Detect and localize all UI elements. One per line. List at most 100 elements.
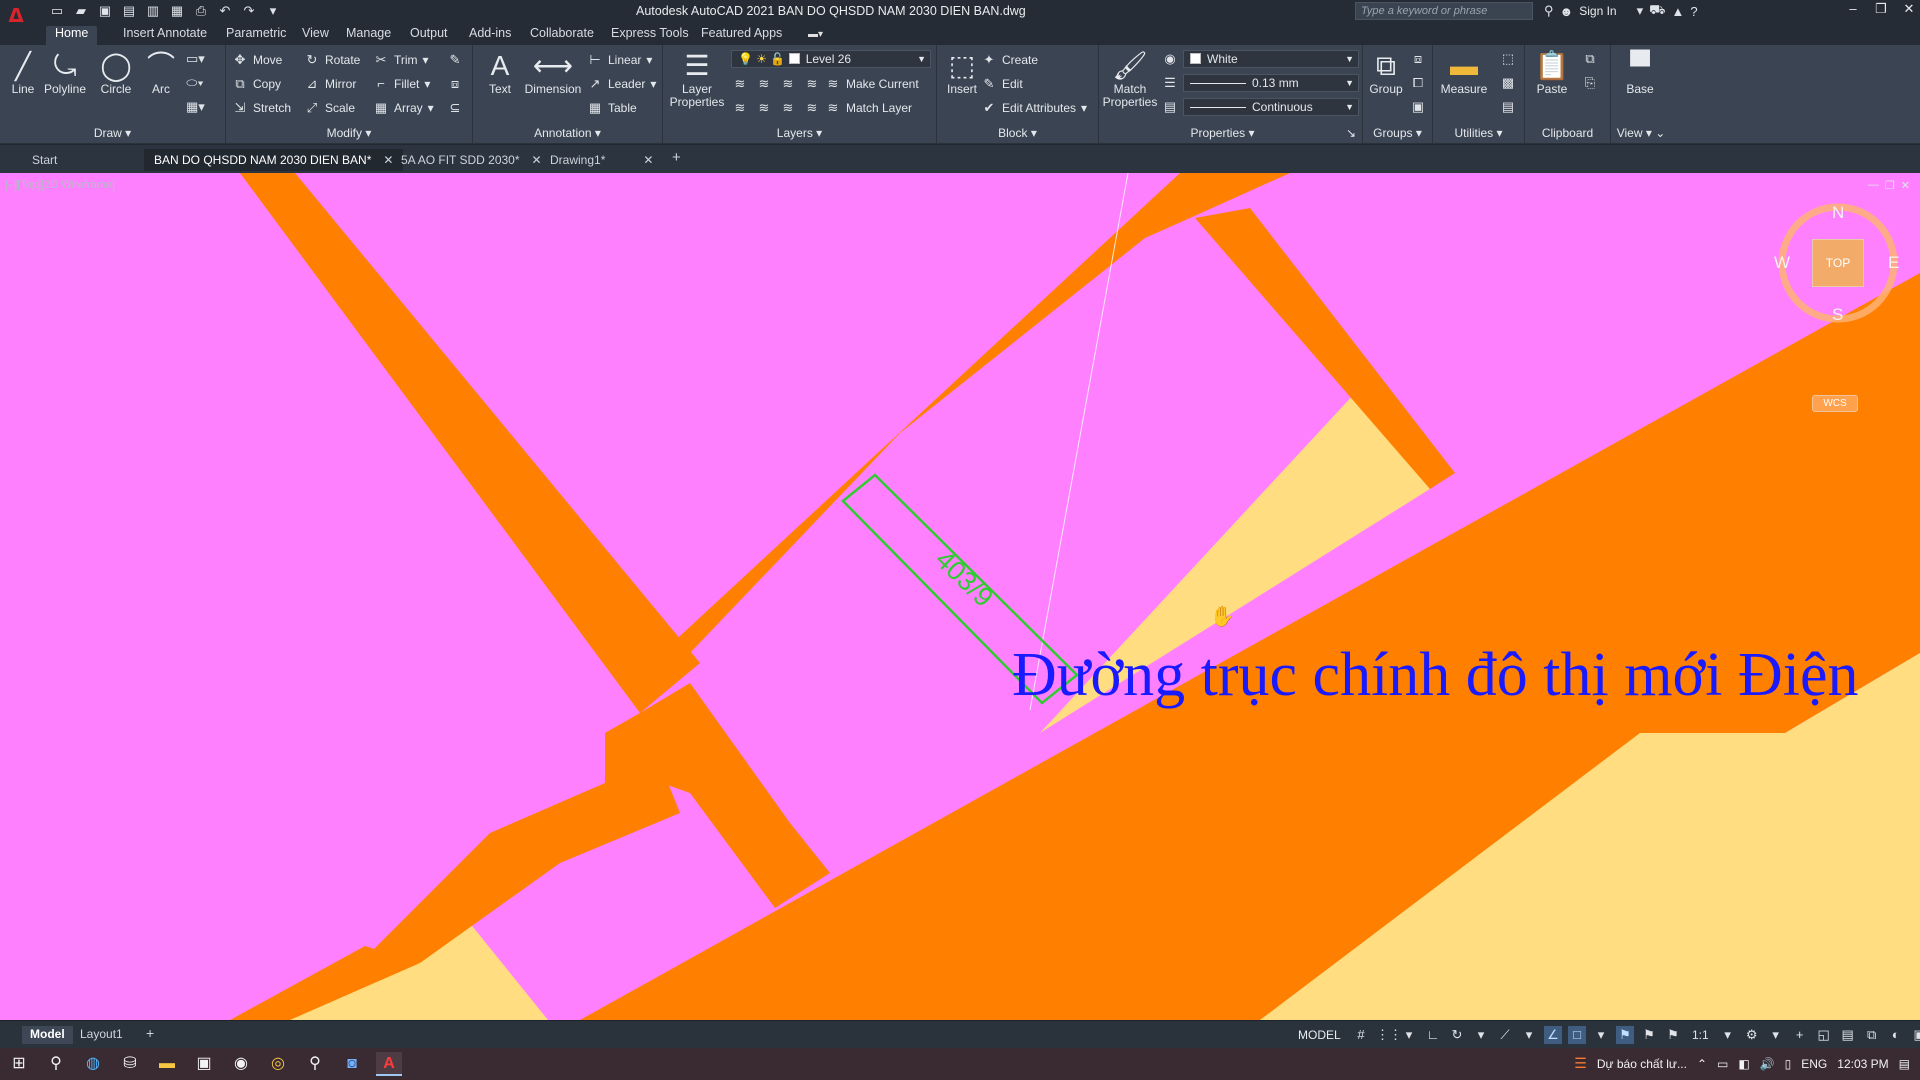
tab-parametric[interactable]: Parametric xyxy=(217,26,295,45)
viewcube[interactable]: N S W E TOP WCS xyxy=(1772,203,1904,412)
help-icon[interactable]: ? xyxy=(1690,4,1697,19)
offset-icon[interactable]: ⊆ xyxy=(446,99,464,117)
compass-south[interactable]: S xyxy=(1832,305,1843,325)
search-icon[interactable]: ⚲ xyxy=(43,1052,69,1076)
clean-screen-icon[interactable]: ▣ xyxy=(1911,1026,1920,1044)
trim-button[interactable]: ✂ Trim ▾ xyxy=(373,51,429,69)
layer-properties-tool[interactable]: ☰ Layer Properties xyxy=(667,49,727,109)
viewcube-top-face[interactable]: TOP xyxy=(1812,239,1864,287)
notifications-icon[interactable]: ▤ xyxy=(1899,1057,1910,1071)
add-layout-icon[interactable]: + xyxy=(146,1025,154,1041)
ribbon-display-toggle-icon[interactable]: ▬▾ xyxy=(808,29,832,41)
network-icon[interactable]: ▭ xyxy=(1717,1057,1728,1071)
region-icon[interactable]: ▦▾ xyxy=(186,98,205,116)
tab-view[interactable]: View xyxy=(293,26,338,45)
file-tab-current[interactable]: BAN DO QHSDD NAM 2030 DIEN BAN* ✕ xyxy=(144,149,404,171)
file-tab-5a[interactable]: 5A AO FIT SDD 2030* ✕ xyxy=(391,149,552,171)
input-language[interactable]: ENG xyxy=(1801,1057,1827,1071)
object-snap-tracking-icon[interactable]: ∠ xyxy=(1544,1026,1562,1044)
tab-add-ins[interactable]: Add-ins xyxy=(460,26,520,45)
erase-icon[interactable]: ✎ xyxy=(446,51,464,69)
drawing-canvas[interactable]: 403/9 Đường trục chính đô thị mới Điện [… xyxy=(0,173,1920,1020)
close-icon[interactable]: ✕ xyxy=(643,153,653,167)
annotation-scale-icon[interactable]: ⚑ xyxy=(1664,1026,1682,1044)
paint-icon[interactable]: ◉ xyxy=(228,1052,254,1076)
dimension-tool[interactable]: ⟷ Dimension xyxy=(523,49,583,96)
layout-tab-layout1[interactable]: Layout1 xyxy=(72,1026,131,1044)
layer-lock-icon[interactable]: ≋ xyxy=(803,75,821,93)
file-tab-drawing1[interactable]: Drawing1* ✕ xyxy=(540,149,663,171)
plot-icon[interactable]: ⎙ xyxy=(192,3,210,19)
weather-icon[interactable]: ☰ xyxy=(1574,1055,1587,1072)
lock-ui-icon[interactable]: ⧉ xyxy=(1863,1026,1881,1044)
color-dropdown[interactable]: White ▼ xyxy=(1183,50,1359,68)
tab-output[interactable]: Output xyxy=(401,26,457,45)
tab-home[interactable]: Home xyxy=(46,26,98,45)
panel-draw-title[interactable]: Draw ▾ xyxy=(0,126,225,142)
panel-view-title[interactable]: View ▾ ⌄ xyxy=(1611,126,1671,142)
panel-groups-title[interactable]: Groups ▾ xyxy=(1363,126,1432,142)
quick-select-icon[interactable]: ⬚ xyxy=(1499,50,1517,68)
open-web-icon[interactable]: ▥ xyxy=(144,3,162,19)
save-icon[interactable]: ▣ xyxy=(96,3,114,19)
arc-tool[interactable]: ⌒ Arc xyxy=(138,49,184,96)
layer-isolate-icon[interactable]: ≋ xyxy=(755,75,773,93)
line-tool[interactable]: ╱ Line xyxy=(0,49,46,96)
mirror-button[interactable]: ⊿ Mirror xyxy=(304,75,357,93)
match-layer-button[interactable]: ≋ Match Layer xyxy=(825,99,912,117)
zalo-icon[interactable]: ◙ xyxy=(339,1052,365,1076)
clock-time[interactable]: 12:03 PM xyxy=(1837,1057,1888,1071)
layer-unlock-icon[interactable]: ≋ xyxy=(803,99,821,117)
linetype-dropdown[interactable]: Continuous ▼ xyxy=(1183,98,1359,116)
make-current-button[interactable]: ≋ Make Current xyxy=(825,75,919,93)
minimize-icon[interactable]: – xyxy=(1846,1,1860,17)
ortho-icon[interactable]: ∟ xyxy=(1424,1026,1442,1044)
panel-utilities-title[interactable]: Utilities ▾ xyxy=(1433,126,1524,142)
panel-properties-title[interactable]: Properties ▾ ↘ xyxy=(1099,126,1362,142)
copy-base-icon[interactable]: ⎘ xyxy=(1581,74,1599,92)
units-icon[interactable]: ◱ xyxy=(1815,1026,1833,1044)
tab-express-tools[interactable]: Express Tools xyxy=(602,26,698,45)
explode-icon[interactable]: ⧈ xyxy=(446,75,464,93)
chevron-down-icon[interactable]: ▾ xyxy=(1520,1026,1538,1044)
store-icon[interactable]: ▣ xyxy=(191,1052,217,1076)
drawing-svg[interactable]: 403/9 Đường trục chính đô thị mới Điện xyxy=(0,173,1920,1020)
chevron-down-icon[interactable]: ▾ xyxy=(1592,1026,1610,1044)
measure-tool[interactable]: ▬ Measure xyxy=(1435,49,1493,96)
isodraft-icon[interactable]: ⟋ xyxy=(1496,1026,1514,1044)
viewport-close-icon[interactable]: ✕ xyxy=(1901,179,1910,192)
select-all-icon[interactable]: ▩ xyxy=(1499,74,1517,92)
open-folder-icon[interactable]: ▰ xyxy=(72,3,90,19)
chevron-up-icon[interactable]: ⌃ xyxy=(1697,1057,1707,1071)
compass-west[interactable]: W xyxy=(1774,253,1790,273)
leader-button[interactable]: ↗ Leader ▾ xyxy=(587,75,657,93)
calculator-icon[interactable]: ▤ xyxy=(1499,98,1517,116)
layout-tab-model[interactable]: Model xyxy=(22,1026,73,1044)
panel-layers-title[interactable]: Layers ▾ xyxy=(663,126,936,142)
wcs-menu[interactable]: WCS xyxy=(1812,395,1858,412)
chevron-down-icon[interactable]: ▾ xyxy=(1767,1026,1785,1044)
layer-on-icon[interactable]: ≋ xyxy=(731,99,749,117)
annotation-scale-value[interactable]: 1:1 xyxy=(1692,1028,1709,1042)
panel-clipboard-title[interactable]: Clipboard xyxy=(1525,126,1610,142)
weather-label[interactable]: Dự báo chất lư... xyxy=(1597,1057,1687,1071)
move-button[interactable]: ✥ Move xyxy=(232,51,283,69)
dropdown-arrow-icon[interactable]: ▾ xyxy=(1637,3,1644,19)
copy-button[interactable]: ⧉ Copy xyxy=(232,75,281,93)
ungroup-icon[interactable]: ⧈ xyxy=(1409,50,1427,68)
undo-icon[interactable]: ↶ xyxy=(216,3,234,19)
scale-button[interactable]: ⤢ Scale xyxy=(304,99,355,117)
snap-icon[interactable]: ⋮⋮ xyxy=(1376,1026,1402,1044)
text-tool[interactable]: A Text xyxy=(477,49,523,96)
volume-icon[interactable]: 🔊 xyxy=(1760,1057,1775,1071)
file-explorer-icon[interactable]: ▬ xyxy=(154,1052,180,1076)
redo-icon[interactable]: ↷ xyxy=(240,3,258,19)
new-file-icon[interactable]: ▭ xyxy=(48,3,66,19)
copy-clip-icon[interactable]: ⧉ xyxy=(1581,50,1599,68)
layer-unisolate-icon[interactable]: ≋ xyxy=(755,99,773,117)
add-icon[interactable]: + xyxy=(1791,1026,1809,1044)
base-view-tool[interactable]: ▀ Base xyxy=(1617,49,1663,96)
save-as-icon[interactable]: ▤ xyxy=(120,3,138,19)
group-edit-icon[interactable]: ⧠ xyxy=(1409,74,1427,92)
panel-annotation-title[interactable]: Annotation ▾ xyxy=(473,126,662,142)
